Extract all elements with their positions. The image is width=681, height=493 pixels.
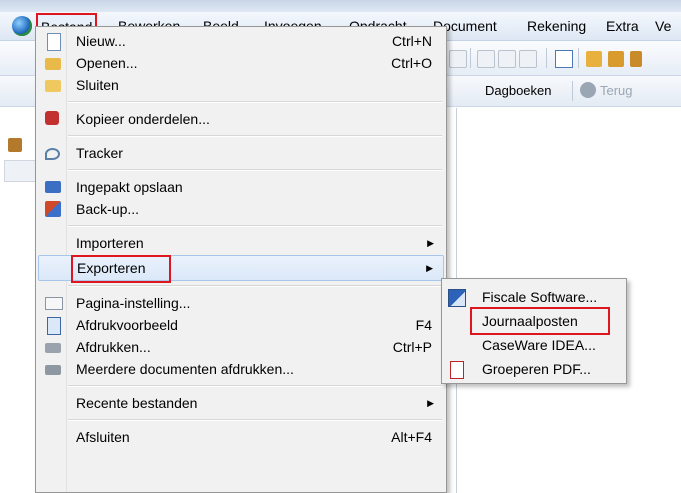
menu-separator xyxy=(68,385,442,387)
menu-separator xyxy=(68,225,442,227)
menu-item-afdrukken[interactable]: Afdrukken... Ctrl+P xyxy=(38,335,444,359)
backup-icon xyxy=(45,201,61,217)
menu-item-shortcut: Ctrl+O xyxy=(391,55,432,71)
edit-icon[interactable] xyxy=(498,50,516,68)
print-icon xyxy=(45,343,61,353)
toolbar-separator xyxy=(470,48,471,68)
menu-item-shortcut: Alt+F4 xyxy=(391,429,432,445)
menu-item-ingepakt-opslaan[interactable]: Ingepakt opslaan xyxy=(38,175,444,199)
terug-button[interactable]: Terug xyxy=(600,83,633,98)
left-panel-bar xyxy=(4,160,38,182)
exporteren-submenu: Fiscale Software... Journaalposten CaseW… xyxy=(441,278,627,384)
checklist-icon[interactable] xyxy=(555,50,573,68)
menu-item-label: Kopieer onderdelen... xyxy=(76,111,210,127)
submenu-item-journaalposten[interactable]: Journaalposten xyxy=(442,309,626,333)
new-document-icon xyxy=(47,33,61,51)
submenu-item-caseware-idea[interactable]: CaseWare IDEA... xyxy=(442,333,626,357)
submenu-item-label: Journaalposten xyxy=(482,313,578,329)
menu-item-afsluiten[interactable]: Afsluiten Alt+F4 xyxy=(38,425,444,449)
menu-item-meerdere-afdrukken[interactable]: Meerdere documenten afdrukken... xyxy=(38,357,444,381)
folder-gear-icon[interactable] xyxy=(608,51,624,67)
menu-venster[interactable]: Ve xyxy=(655,12,671,40)
menu-item-label: Exporteren xyxy=(77,260,146,276)
toolbar-separator xyxy=(572,81,573,101)
close-folder-icon xyxy=(45,80,61,92)
menu-item-tracker[interactable]: Tracker xyxy=(38,141,444,165)
menu-separator xyxy=(68,169,442,171)
submenu-arrow-icon: ▶ xyxy=(426,263,433,273)
menu-extra[interactable]: Extra xyxy=(606,12,639,40)
menu-item-kopieer[interactable]: Kopieer onderdelen... xyxy=(38,107,444,131)
menu-item-shortcut: F4 xyxy=(415,317,432,333)
page-setup-icon xyxy=(45,297,63,310)
packed-save-icon xyxy=(45,181,61,193)
menu-item-sluiten[interactable]: Sluiten xyxy=(38,73,444,97)
submenu-arrow-icon: ▶ xyxy=(427,238,434,248)
menu-item-label: Recente bestanden xyxy=(76,395,198,411)
menu-item-nieuw[interactable]: Nieuw... Ctrl+N xyxy=(38,29,444,53)
menu-rekening[interactable]: Rekening xyxy=(527,12,586,40)
menu-item-label: Afdrukken... xyxy=(76,339,151,355)
menu-item-exporteren[interactable]: Exporteren ▶ xyxy=(38,255,444,283)
navigator-icon[interactable] xyxy=(8,138,22,152)
menu-item-label: Meerdere documenten afdrukken... xyxy=(76,361,294,377)
bestand-menu: Nieuw... Ctrl+N Openen... Ctrl+O Sluiten… xyxy=(35,26,447,493)
toolbar-separator xyxy=(546,48,547,68)
back-arrow-icon[interactable] xyxy=(580,82,596,98)
title-strip xyxy=(0,0,681,12)
toolbar-separator xyxy=(578,48,579,68)
menu-separator xyxy=(68,285,442,287)
submenu-item-fiscale-software[interactable]: Fiscale Software... xyxy=(442,285,626,309)
menu-item-afdrukvoorbeeld[interactable]: Afdrukvoorbeeld F4 xyxy=(38,313,444,337)
menu-item-label: Afdrukvoorbeeld xyxy=(76,317,178,333)
menu-item-label: Ingepakt opslaan xyxy=(76,179,183,195)
menu-item-backup[interactable]: Back-up... xyxy=(38,197,444,221)
menu-item-label: Afsluiten xyxy=(76,429,130,445)
tracker-icon xyxy=(45,148,60,160)
app-globe-icon[interactable] xyxy=(12,16,32,36)
menu-item-importeren[interactable]: Importeren ▶ xyxy=(38,231,444,255)
pen-icon[interactable] xyxy=(519,50,537,68)
menu-separator xyxy=(68,419,442,421)
menu-separator xyxy=(68,135,442,137)
menu-item-label: Sluiten xyxy=(76,77,119,93)
blank-page-icon[interactable] xyxy=(449,50,467,68)
find-icon[interactable] xyxy=(477,50,495,68)
submenu-item-label: CaseWare IDEA... xyxy=(482,337,596,353)
menu-separator xyxy=(68,101,442,103)
menu-item-recente-bestanden[interactable]: Recente bestanden ▶ xyxy=(38,391,444,415)
dagboeken-button[interactable]: Dagboeken xyxy=(485,83,552,98)
menu-item-label: Nieuw... xyxy=(76,33,126,49)
print-multiple-icon xyxy=(45,365,61,375)
copy-parts-icon xyxy=(45,111,59,125)
fiscal-export-icon xyxy=(448,289,466,307)
submenu-arrow-icon: ▶ xyxy=(427,398,434,408)
menu-item-shortcut: Ctrl+N xyxy=(391,33,432,49)
folder-icon[interactable] xyxy=(586,51,602,67)
menu-item-label: Openen... xyxy=(76,55,138,71)
menu-item-label: Back-up... xyxy=(76,201,140,217)
submenu-item-label: Fiscale Software... xyxy=(482,289,598,305)
menu-item-openen[interactable]: Openen... Ctrl+O xyxy=(38,51,444,75)
pdf-icon xyxy=(450,361,464,379)
menu-item-label: Importeren xyxy=(76,235,144,251)
menu-item-pagina-instelling[interactable]: Pagina-instelling... xyxy=(38,291,444,315)
menu-item-label: Pagina-instelling... xyxy=(76,295,191,311)
submenu-item-label: Groeperen PDF... xyxy=(482,361,591,377)
open-folder-icon xyxy=(45,58,61,70)
menu-item-label: Tracker xyxy=(76,145,123,161)
folder-tools-icon[interactable] xyxy=(630,51,642,67)
submenu-item-groeperen-pdf[interactable]: Groeperen PDF... xyxy=(442,357,626,381)
print-preview-icon xyxy=(47,317,61,335)
menu-item-shortcut: Ctrl+P xyxy=(392,339,432,355)
